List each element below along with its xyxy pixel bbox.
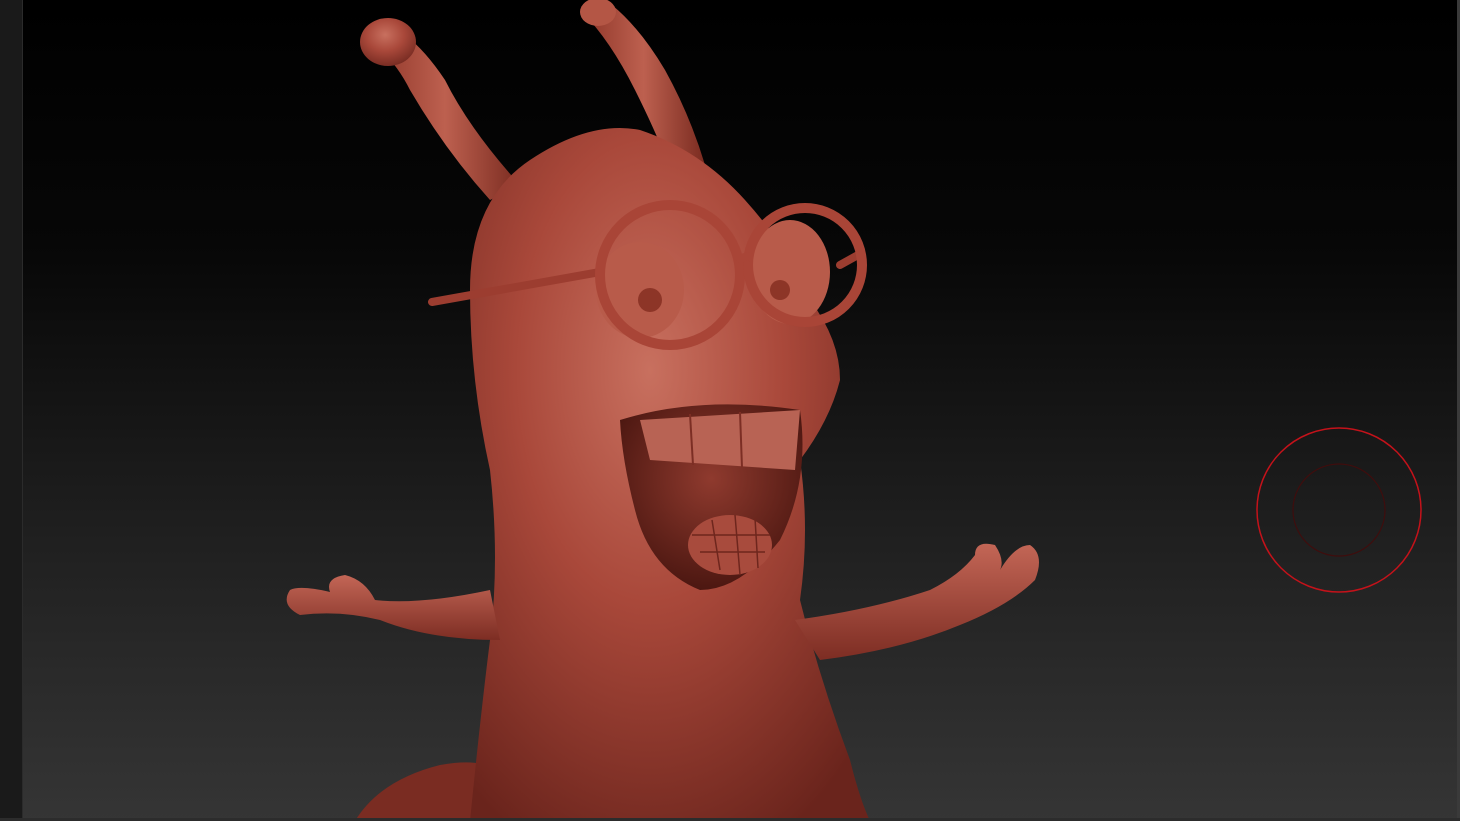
brush-inner-ring: [1292, 463, 1386, 557]
sculpt-viewport[interactable]: [0, 0, 1460, 821]
brush-cursor[interactable]: [0, 0, 1460, 821]
brush-outer-ring: [1256, 427, 1422, 593]
